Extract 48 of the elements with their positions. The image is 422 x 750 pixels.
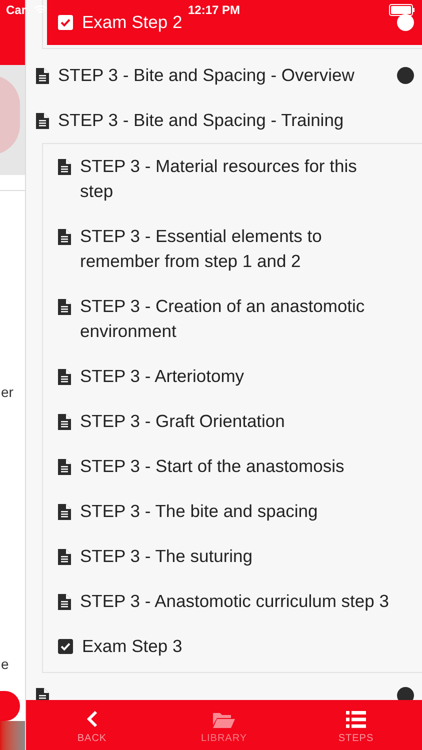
step-item[interactable]: STEP 3 - Material resources for this step [47, 144, 422, 214]
step-title: STEP 3 - Anastomotic curriculum step 3 [80, 590, 390, 613]
step-title: STEP 3 - Essential elements to remember from step 1 and 2 [80, 225, 323, 273]
wifi-icon [34, 5, 48, 15]
document-icon [58, 594, 71, 610]
step-item[interactable]: STEP 3 - Graft Orientation [47, 399, 422, 444]
step-title: STEP 3 - Start of the anastomosis [80, 455, 346, 478]
clock-time: 12:17 PM [188, 2, 240, 19]
step-item[interactable]: STEP 3 - Creation of an anastomotic environment [47, 284, 422, 354]
step-title: STEP 3 - Bite and Spacing - Overview [58, 64, 356, 87]
step-item[interactable]: STEP 3 - Bite and Spacing - Training [26, 98, 422, 143]
step-item[interactable]: Exam Step 3 [47, 624, 422, 669]
step-title: STEP 3 - Material resources for this step [80, 155, 358, 203]
step-title: Exam Step 3 [82, 635, 184, 658]
document-icon [58, 228, 71, 244]
step-item[interactable]: STEP 3 - The suturing [47, 534, 422, 579]
step-item[interactable]: STEP 3 - Bite and Spacing - Overview [26, 53, 422, 98]
document-icon [58, 548, 71, 564]
step-item[interactable]: STEP 3 - Essential elements to remember from step 1 and 2 [47, 214, 422, 284]
action-button[interactable] [0, 691, 20, 721]
step-item[interactable]: STEP 3 - Arteriotomy [47, 354, 422, 399]
step-title: Exam Step 2 [82, 11, 184, 34]
checkbox-icon [58, 639, 73, 654]
battery-icon [389, 4, 415, 16]
document-icon [58, 298, 71, 314]
list-icon [346, 711, 366, 728]
text-fragment: e [1, 655, 10, 673]
checkbox-icon [58, 15, 73, 30]
document-icon [36, 68, 49, 84]
step-title: STEP 3 - Creation of an anastomotic environment [80, 295, 366, 343]
folder-icon [213, 712, 235, 728]
document-icon [36, 688, 49, 700]
document-icon [58, 368, 71, 384]
step-title: STEP 3 - The bite and spacing [80, 500, 319, 523]
step-item[interactable]: STEP 3 - Start of the anastomosis [47, 444, 422, 489]
step-title: STEP 3 - Graft Orientation [80, 410, 286, 433]
document-icon [58, 458, 71, 474]
step-title: STEP 3 - The suturing [80, 545, 254, 568]
document-icon [58, 158, 71, 174]
document-icon [58, 504, 71, 520]
text-fragment: er [1, 383, 14, 401]
document-icon [36, 112, 49, 128]
document-icon [58, 414, 71, 430]
step-item[interactable]: STEP 3 - The bite and spacing [47, 489, 422, 534]
step-item[interactable]: STEP 3 - Anastomotic curriculum step 3 [47, 579, 422, 624]
step-title: STEP 3 - Arteriotomy [80, 365, 246, 388]
chevron-left-icon [86, 710, 98, 728]
step-title: STEP 3 - Bite and Spacing - Training [58, 109, 345, 132]
